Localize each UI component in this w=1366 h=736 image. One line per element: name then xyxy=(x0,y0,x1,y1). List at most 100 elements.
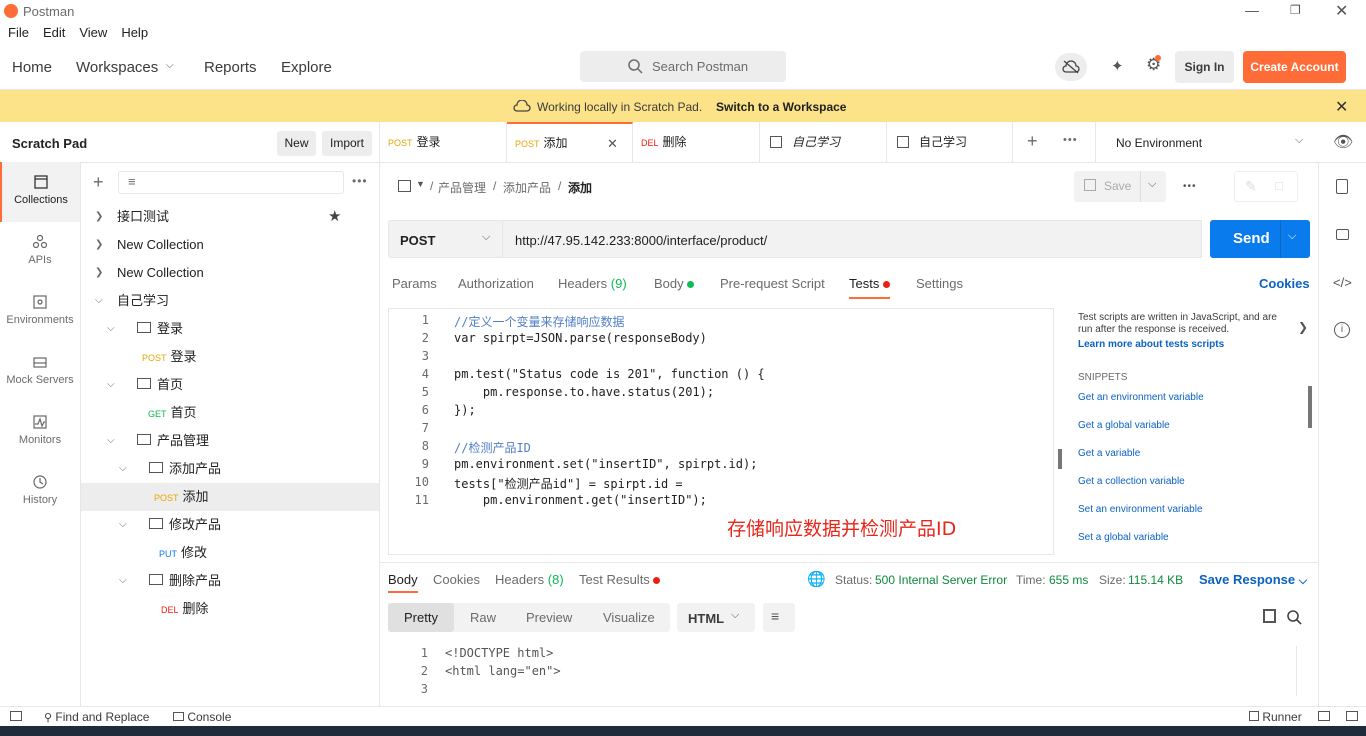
response-body[interactable]: 1 <!DOCTYPE html> 2 <html lang="en"> 3 xyxy=(388,646,1308,702)
close-tab-icon[interactable]: ✕ xyxy=(607,124,618,163)
copy-icon[interactable] xyxy=(1263,609,1276,623)
code-snippet-icon[interactable]: </> xyxy=(1333,275,1352,290)
snippet-item[interactable]: Set a global variable xyxy=(1078,532,1169,543)
nav-reports[interactable]: Reports xyxy=(204,59,257,76)
restore-icon[interactable]: ❐ xyxy=(1290,3,1301,17)
wrap-lines-button[interactable]: ≡ xyxy=(763,603,795,632)
tab-tests[interactable]: Tests xyxy=(849,276,890,299)
tab-options-icon[interactable]: ••• xyxy=(1063,134,1078,146)
search-response-icon[interactable] xyxy=(1287,610,1302,625)
view-pretty[interactable]: Pretty xyxy=(388,603,454,632)
tree-item[interactable]: DEL 删除 xyxy=(81,595,379,623)
breadcrumb-item[interactable]: 产品管理 xyxy=(438,179,486,196)
more-actions-icon[interactable]: ••• xyxy=(1183,181,1197,192)
format-select[interactable]: HTML ⌵ xyxy=(677,603,755,632)
tab-runner-self-study[interactable]: 自己学习 xyxy=(887,122,1013,163)
more-options-icon[interactable]: ••• xyxy=(352,174,368,188)
breadcrumb-item[interactable]: 添加产品 xyxy=(503,179,551,196)
tree-item[interactable]: PUT 修改 xyxy=(81,539,379,567)
star-icon[interactable]: ★ xyxy=(328,203,341,231)
tree-item[interactable]: ⌵ 登录 xyxy=(81,315,379,343)
save-button[interactable]: Save ⌵ xyxy=(1074,171,1166,202)
switch-workspace-link[interactable]: Switch to a Workspace xyxy=(716,100,846,114)
snippet-item[interactable]: Get a global variable xyxy=(1078,420,1170,431)
nav-mock-servers[interactable]: Mock Servers xyxy=(0,342,80,402)
eye-icon[interactable]: 👁 xyxy=(1333,132,1353,152)
snippet-item[interactable]: Get a collection variable xyxy=(1078,476,1185,487)
filter-input[interactable]: ≡ xyxy=(118,171,344,194)
tab-authorization[interactable]: Authorization xyxy=(458,276,534,291)
create-account-button[interactable]: Create Account xyxy=(1243,51,1346,83)
nav-collections[interactable]: Collections xyxy=(0,162,80,222)
environment-select[interactable]: No Environment ⌵ xyxy=(1095,122,1366,163)
menu-edit[interactable]: Edit xyxy=(43,22,65,44)
tab-settings[interactable]: Settings xyxy=(916,276,963,291)
sync-status-button[interactable] xyxy=(1055,53,1087,81)
test-script-editor[interactable]: 1 //定义一个变量来存储响应数据 2 var spirpt=JSON.parse(… xyxy=(388,308,1062,555)
tab-collection-self-study[interactable]: 自己学习 xyxy=(760,122,887,163)
snippet-item[interactable]: Set an environment variable xyxy=(1078,504,1203,515)
tab-post-add-active[interactable]: POST 添加 ✕ xyxy=(507,122,633,163)
sign-in-button[interactable]: Sign In xyxy=(1175,51,1234,83)
menu-view[interactable]: View xyxy=(79,22,107,44)
layout-icon[interactable] xyxy=(1318,711,1330,721)
learn-more-link[interactable]: Learn more about tests scripts xyxy=(1078,339,1224,350)
nav-history[interactable]: History xyxy=(0,462,80,522)
response-tab-headers[interactable]: Headers (8) xyxy=(495,572,564,587)
editor-scrollbar[interactable] xyxy=(1058,449,1062,469)
tab-body[interactable]: Body xyxy=(654,276,695,291)
minimize-icon[interactable]: — xyxy=(1245,2,1259,18)
add-collection-icon[interactable]: + xyxy=(93,172,104,193)
satellite-icon[interactable]: ✦ xyxy=(1111,57,1124,75)
tree-item[interactable]: ⌵ 修改产品 xyxy=(81,511,379,539)
tree-item[interactable]: ⌵ 产品管理 xyxy=(81,427,379,455)
info-icon[interactable]: i xyxy=(1334,322,1350,338)
console-button[interactable]: Console xyxy=(173,710,231,724)
tree-item[interactable]: ❯ New Collection xyxy=(81,231,379,259)
tab-headers[interactable]: Headers (9) xyxy=(558,276,627,291)
response-tab-body[interactable]: Body xyxy=(388,572,418,593)
nav-home[interactable]: Home xyxy=(12,59,52,76)
tab-pre-request-script[interactable]: Pre-request Script xyxy=(720,276,825,291)
tree-item-selected[interactable]: POST 添加 xyxy=(81,483,379,511)
url-input[interactable]: http://47.95.142.233:8000/interface/prod… xyxy=(503,220,1202,258)
close-window-icon[interactable]: ✕ xyxy=(1335,1,1348,21)
comments-icon[interactable] xyxy=(1336,229,1349,240)
view-raw[interactable]: Raw xyxy=(470,610,496,625)
nav-apis[interactable]: APIs xyxy=(0,222,80,282)
snippet-item[interactable]: Get a variable xyxy=(1078,448,1140,459)
menu-file[interactable]: File xyxy=(8,22,29,44)
snippet-item[interactable]: Get an environment variable xyxy=(1078,392,1204,403)
response-tab-test-results[interactable]: Test Results xyxy=(579,572,661,587)
nav-monitors[interactable]: Monitors xyxy=(0,402,80,462)
save-response-button[interactable]: Save Response ⌵ xyxy=(1199,572,1307,588)
globe-icon[interactable]: 🌐 xyxy=(807,570,826,588)
tab-params[interactable]: Params xyxy=(392,276,437,291)
search-box[interactable]: Search Postman xyxy=(580,51,786,82)
tree-item[interactable]: ❯ 接口测试 ★ xyxy=(81,203,379,231)
tree-item[interactable]: GET 首页 xyxy=(81,399,379,427)
chevron-down-icon[interactable]: ▼ xyxy=(416,179,425,189)
tree-item[interactable]: ⌵ 首页 xyxy=(81,371,379,399)
close-banner-icon[interactable]: ✕ xyxy=(1335,97,1348,117)
tree-item[interactable]: POST 登录 xyxy=(81,343,379,371)
nav-environments[interactable]: Environments xyxy=(0,282,80,342)
send-button[interactable]: Send ⌵ xyxy=(1210,220,1310,258)
new-button[interactable]: New xyxy=(277,131,316,156)
method-select[interactable]: POST ⌵ xyxy=(388,220,503,258)
tab-del-delete[interactable]: DEL 删除 xyxy=(633,122,760,163)
tree-item[interactable]: ⌵ 删除产品 xyxy=(81,567,379,595)
edit-icon-group[interactable]: ✎ □ xyxy=(1234,171,1298,202)
menu-help[interactable]: Help xyxy=(121,22,148,44)
help-icon[interactable] xyxy=(1346,711,1358,721)
new-tab-icon[interactable]: + xyxy=(1027,131,1038,152)
toggle-sidebar-icon[interactable] xyxy=(10,711,22,721)
tab-post-login[interactable]: POST 登录 xyxy=(380,122,507,163)
view-visualize[interactable]: Visualize xyxy=(603,610,655,625)
nav-explore[interactable]: Explore xyxy=(281,59,332,76)
tree-item[interactable]: ❯ New Collection xyxy=(81,259,379,287)
snippets-scrollbar[interactable] xyxy=(1308,386,1312,428)
response-scrollbar[interactable] xyxy=(1296,646,1308,696)
runner-button[interactable]: Runner xyxy=(1249,710,1302,724)
nav-workspaces[interactable]: Workspaces xyxy=(76,59,158,76)
